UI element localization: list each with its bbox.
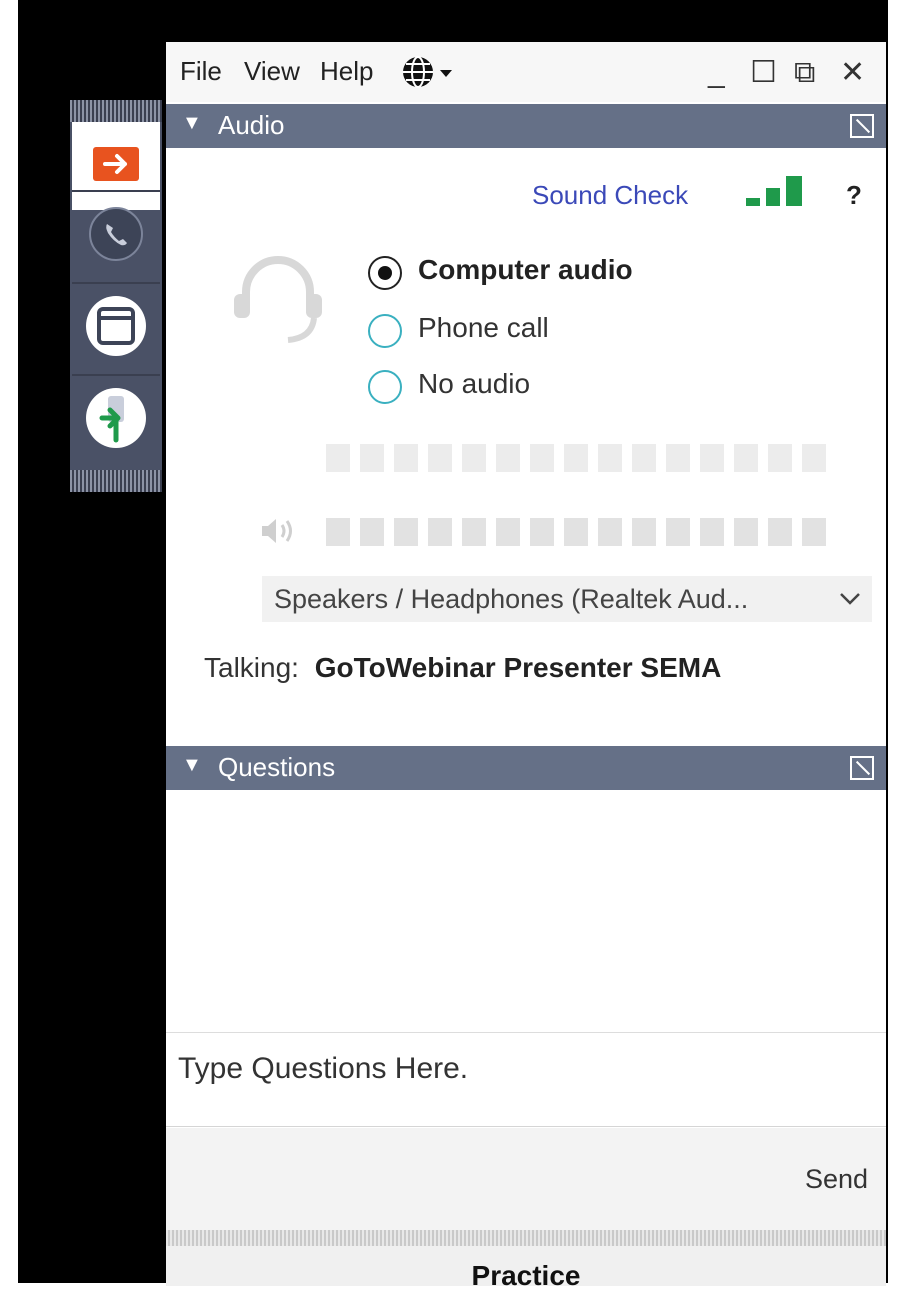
talking-indicator: Talking: GoToWebinar Presenter SEMA <box>204 652 721 684</box>
phone-call-label: Phone call <box>418 312 549 343</box>
restore-button[interactable]: ⧉ <box>794 58 815 88</box>
computer-audio-label: Computer audio <box>418 254 633 285</box>
speaker-device-select[interactable]: Speakers / Headphones (Realtek Aud... <box>262 576 872 622</box>
questions-panel-header[interactable]: ▼ Questions <box>166 746 886 790</box>
window-icon <box>84 294 148 363</box>
panel-resize-grip[interactable] <box>166 1230 886 1246</box>
window-toolbar-button[interactable] <box>72 284 160 372</box>
toolbar-grip-bottom[interactable] <box>70 470 162 492</box>
computer-audio-radio[interactable] <box>368 256 402 290</box>
gotowebinar-panel: File View Help _ ☐ ⧉ ✕ ▼ Audio Sound Che… <box>166 42 886 1291</box>
popout-icon[interactable] <box>850 114 874 138</box>
chevron-down-icon <box>838 586 862 615</box>
send-button[interactable]: Send <box>805 1164 868 1195</box>
headset-icon <box>228 248 328 353</box>
practice-label: Practice <box>471 1260 581 1291</box>
popout-icon[interactable] <box>850 756 874 780</box>
question-input[interactable]: Type Questions Here. <box>166 1034 886 1127</box>
phone-icon <box>86 204 146 269</box>
globe-icon[interactable] <box>400 54 456 95</box>
no-audio-label: No audio <box>418 368 531 399</box>
menu-help[interactable]: Help <box>320 56 373 87</box>
toolbar-grip-top[interactable] <box>70 100 162 122</box>
no-audio-radio[interactable] <box>368 370 402 404</box>
questions-panel-title: Questions <box>218 752 336 782</box>
audio-help-button[interactable]: ? <box>846 180 862 211</box>
control-toolbar <box>70 100 162 492</box>
selected-device: Speakers / Headphones (Realtek Aud... <box>274 584 749 614</box>
raise-hand-icon <box>84 386 148 455</box>
practice-bar: Practice <box>166 1246 886 1291</box>
phone-toolbar-button[interactable] <box>72 192 160 280</box>
collapse-triangle-icon[interactable]: ▼ <box>182 112 202 135</box>
audio-panel-title: Audio <box>218 110 285 140</box>
questions-log <box>166 794 886 1033</box>
speaker-volume-icon <box>258 516 298 551</box>
send-bar: Send <box>166 1128 886 1230</box>
menu-view[interactable]: View <box>244 56 300 87</box>
close-button[interactable]: ✕ <box>840 58 865 88</box>
talking-label: Talking: <box>204 652 299 683</box>
minimize-button[interactable]: _ <box>708 58 725 88</box>
menu-file[interactable]: File <box>180 56 222 87</box>
collapse-triangle-icon[interactable]: ▼ <box>182 754 202 777</box>
raise-hand-toolbar-button[interactable] <box>72 376 160 464</box>
maximize-button[interactable]: ☐ <box>750 58 777 88</box>
menu-bar: File View Help _ ☐ ⧉ ✕ <box>166 42 886 102</box>
audio-panel-header[interactable]: ▼ Audio <box>166 104 886 148</box>
talking-name: GoToWebinar Presenter SEMA <box>314 652 722 683</box>
question-placeholder: Type Questions Here. <box>178 1052 469 1085</box>
exit-arrow-icon <box>93 146 139 186</box>
sound-check-link[interactable]: Sound Check <box>532 180 688 211</box>
phone-call-radio[interactable] <box>368 314 402 348</box>
